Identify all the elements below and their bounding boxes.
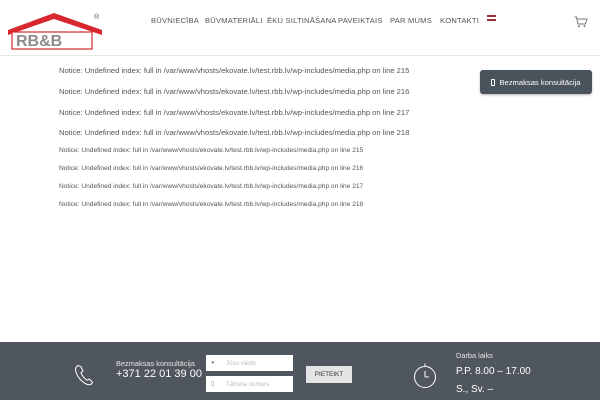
notice-line: Notice: Undefined index: full in /var/ww…: [59, 201, 364, 208]
nav-item-paveiktais[interactable]: PAVEIKTAIS: [338, 16, 383, 25]
phone-number-input[interactable]: [206, 376, 293, 392]
nav-item-eku-siltinasana[interactable]: ĒKU SILTINĀŠANA: [267, 16, 337, 25]
notice-line: Notice: Undefined index: full in /var/ww…: [59, 108, 410, 117]
site-header: RB&B ® BŪVNIECĪBA BŪVMATERIĀLI ĒKU SILTI…: [0, 0, 600, 56]
free-consultation-label: Bezmaksas konsultācija: [499, 77, 581, 87]
working-hours-weekend: S., Sv. –: [456, 384, 494, 395]
cart-icon[interactable]: [574, 16, 588, 28]
stopwatch-icon: [414, 363, 436, 388]
notice-line: Notice: Undefined index: full in /var/ww…: [59, 66, 410, 75]
rbb-logo[interactable]: RB&B ®: [6, 10, 112, 50]
nav-item-par-mums[interactable]: PAR MUMS: [390, 16, 432, 25]
nav-item-buvmateriali[interactable]: BŪVMATERIĀLI: [205, 16, 263, 25]
free-consultation-button[interactable]: Bezmaksas konsultācija: [480, 70, 592, 94]
nav-item-buvnieciba[interactable]: BŪVNIECĪBA: [151, 16, 199, 25]
working-hours-weekdays: P.P. 8.00 – 17.00: [456, 366, 531, 377]
working-hours-label: Darba laiks: [456, 351, 493, 360]
latvia-flag-icon[interactable]: [487, 15, 496, 21]
notice-line: Notice: Undefined index: full in /var/ww…: [59, 128, 410, 137]
footer-consultation-label: Bezmaksas konsultācija: [116, 359, 195, 368]
logo-text: RB&B: [16, 33, 62, 50]
submit-button[interactable]: PIETEIKT: [306, 366, 352, 383]
notice-line: Notice: Undefined index: full in /var/ww…: [59, 165, 364, 172]
phone-icon: [75, 364, 94, 386]
footer-phone-number[interactable]: +371 22 01 39 00: [116, 368, 202, 380]
footer-bar: Bezmaksas konsultācija +371 22 01 39 00 …: [0, 342, 600, 400]
logo-registered-mark: ®: [94, 13, 100, 21]
notice-line: Notice: Undefined index: full in /var/ww…: [59, 183, 364, 190]
mobile-phone-icon: [491, 78, 496, 86]
notice-line: Notice: Undefined index: full in /var/ww…: [59, 87, 410, 96]
notice-line: Notice: Undefined index: full in /var/ww…: [59, 147, 364, 154]
nav-item-kontakti[interactable]: KONTAKTI: [440, 16, 479, 25]
name-input[interactable]: [206, 355, 293, 371]
